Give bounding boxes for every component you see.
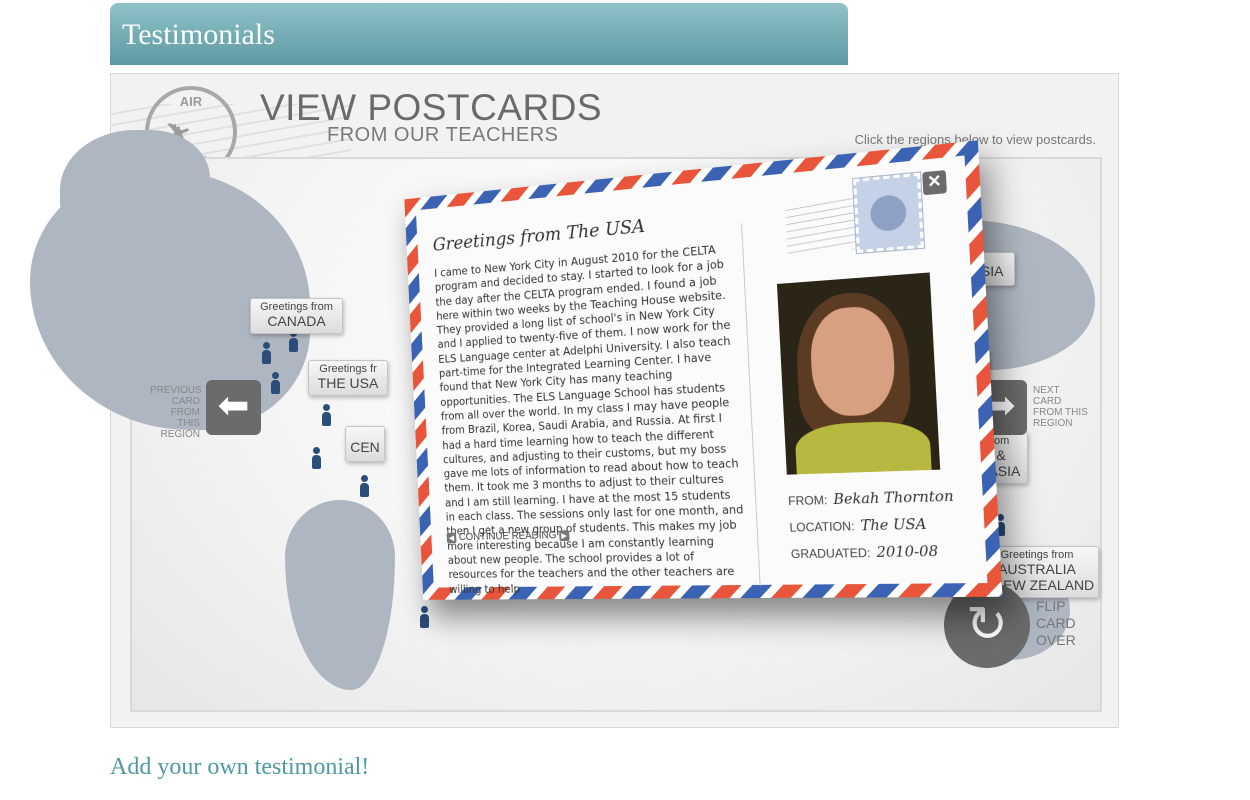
- location-pin-icon[interactable]: [360, 475, 369, 497]
- flip-card-label[interactable]: FLIP CARD OVER: [1036, 598, 1076, 649]
- teacher-photo: [776, 272, 941, 475]
- from-value: Bekah Thornton: [832, 488, 955, 509]
- region-greeting: Greetings from: [260, 301, 333, 313]
- location-field: LOCATION: The USA: [789, 516, 927, 535]
- nav-text-line: REGION: [160, 429, 200, 440]
- region-greeting: Greetings fr: [319, 363, 377, 375]
- arrow-right-icon: ▶: [558, 529, 570, 541]
- location-pin-icon[interactable]: [322, 404, 331, 426]
- next-card-label: NEXT CARD FROM THIS REGION: [1033, 385, 1093, 429]
- region-canada[interactable]: Greetings from CANADA: [250, 298, 343, 334]
- from-label: FROM:: [787, 492, 828, 509]
- flip-text-line: FLIP: [1036, 598, 1066, 614]
- postcard-front: Greetings from The USA I came to New Yor…: [415, 155, 988, 595]
- location-pin-icon[interactable]: [271, 372, 280, 394]
- location-label: LOCATION:: [789, 518, 855, 535]
- close-icon: ✕: [926, 172, 943, 192]
- postcard: Greetings from The USA I came to New Yor…: [404, 140, 1003, 600]
- continue-reading-link[interactable]: ◀ CONTINUE READING ▶: [446, 529, 570, 543]
- nav-text-line: FROM THIS: [170, 407, 200, 429]
- close-button[interactable]: ✕: [922, 170, 947, 196]
- nav-text-line: PREVIOUS: [150, 385, 202, 396]
- panel-subtitle: FROM OUR TEACHERS: [327, 124, 559, 146]
- location-pin-icon[interactable]: [262, 342, 271, 364]
- graduated-field: GRADUATED: 2010-08: [790, 543, 939, 562]
- stamp-air-text: AIR: [179, 94, 203, 109]
- panel-title: VIEW POSTCARDS: [260, 87, 603, 128]
- flip-text-line: OVER: [1036, 632, 1076, 648]
- postcard-body: I came to New York City in August 2010 f…: [433, 242, 744, 596]
- section-header: Testimonials: [110, 3, 848, 65]
- region-name: CANADA: [267, 313, 326, 329]
- section-title: Testimonials: [122, 18, 275, 51]
- region-central-america[interactable]: CEN: [345, 426, 385, 462]
- nav-text-line: FROM THIS: [1033, 407, 1088, 418]
- previous-card-button[interactable]: ⬅: [206, 380, 261, 435]
- left-arrow-icon: ⬅: [217, 385, 250, 427]
- graduated-value: 2010-08: [876, 543, 939, 562]
- region-usa[interactable]: Greetings fr THE USA: [308, 360, 388, 396]
- region-name: THE USA: [317, 375, 379, 391]
- rotate-icon: ↻: [966, 596, 1008, 652]
- nav-text-line: CARD: [1033, 396, 1062, 407]
- region-name: CEN: [350, 439, 380, 455]
- flip-text-line: CARD: [1036, 615, 1076, 631]
- continue-reading-label: CONTINUE READING: [458, 529, 557, 543]
- postage-stamp-icon: [851, 171, 926, 255]
- nav-text-line: REGION: [1033, 418, 1073, 429]
- arrow-left-icon: ◀: [446, 532, 457, 543]
- location-value: The USA: [860, 516, 927, 535]
- location-pin-icon[interactable]: [420, 606, 429, 628]
- nav-text-line: NEXT: [1033, 385, 1060, 396]
- graduated-label: GRADUATED:: [790, 545, 871, 562]
- nav-text-line: CARD: [171, 396, 200, 407]
- previous-card-label: PREVIOUS CARD FROM THIS REGION: [150, 385, 202, 440]
- add-testimonial-link[interactable]: Add your own testimonial!: [110, 754, 369, 781]
- from-field: FROM: Bekah Thornton: [788, 488, 954, 509]
- location-pin-icon[interactable]: [312, 447, 321, 469]
- postcard-heading: Greetings from The USA: [432, 215, 646, 256]
